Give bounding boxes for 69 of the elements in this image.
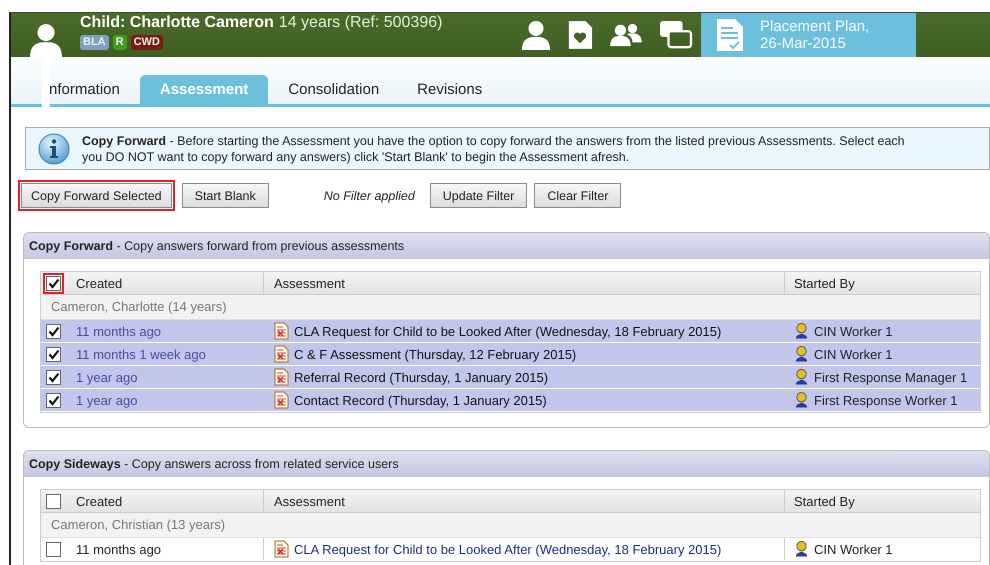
document-check-icon — [716, 18, 744, 52]
group-header: Cameron, Christian (13 years) — [41, 513, 980, 538]
checkbox[interactable] — [46, 346, 61, 362]
tab[interactable]: nformation — [49, 75, 120, 104]
tag-badge: R — [112, 35, 127, 50]
button[interactable]: Start Blank — [182, 183, 269, 208]
document-icon — [274, 540, 289, 558]
user-icon — [794, 368, 809, 386]
plan-date: 26-Mar-2015 — [760, 35, 847, 52]
button[interactable]: Clear Filter — [534, 183, 622, 208]
column-header: Created — [75, 492, 124, 510]
table-row[interactable]: 1 year ago Referral Record (Thursday, 1 January 2015) First Response Manager 1 — [41, 366, 980, 389]
checkbox[interactable] — [46, 494, 61, 508]
user-icon — [794, 345, 809, 363]
document-icon — [274, 368, 289, 386]
checkbox[interactable] — [46, 542, 61, 556]
table-row[interactable]: 11 months ago CLA Request for Child to be Looked After (Wednesday, 18 February 2015) CIN Worker 1 — [41, 320, 980, 343]
child-name: Child: Charlotte Cameron — [80, 14, 274, 31]
started-by-cell: First Response Manager 1 — [814, 370, 968, 384]
created-cell-text: 1 year ago — [75, 370, 138, 384]
user-icon — [794, 322, 809, 340]
assessment-link[interactable]: Referral Record (Thursday, 1 January 2015) — [294, 370, 548, 384]
tab[interactable]: Revisions — [417, 75, 482, 104]
created-cell-text: 11 months 1 week ago — [75, 346, 207, 362]
table-row[interactable]: 11 months 1 week ago C & F Assessment (Thursday, 12 February 2015) CIN Worker 1 — [41, 343, 980, 366]
document-icon — [274, 391, 289, 409]
user-icon — [794, 540, 809, 558]
document-icon — [274, 345, 289, 363]
column-header: Assessment — [263, 490, 784, 512]
table-row[interactable]: 1 year ago Contact Record (Thursday, 1 January 2015) First Response Worker 1 — [41, 389, 980, 412]
assessment-link[interactable]: CLA Request for Child to be Looked After (Wednesday, 18 February 2015) — [294, 324, 722, 338]
assessment-link[interactable]: CLA Request for Child to be Looked After (Wednesday, 18 February 2015) — [294, 542, 722, 556]
document-icon — [274, 322, 289, 340]
checkbox[interactable] — [46, 324, 61, 338]
assessment-link[interactable]: Contact Record (Thursday, 1 January 2015) — [294, 392, 547, 408]
checkbox[interactable] — [46, 392, 61, 408]
tab[interactable]: Consolidation — [288, 75, 380, 104]
column-header: Started By — [784, 490, 980, 512]
table-row[interactable]: 11 months ago CLA Request for Child to be Looked After (Wednesday, 18 February 2015) CIN Worker 1 — [41, 538, 980, 561]
child-details: 14 years (Ref: 500396) — [278, 14, 442, 31]
created-cell-text: 11 months ago — [75, 542, 162, 556]
started-by-cell: CIN Worker 1 — [814, 324, 892, 338]
person-icon — [521, 20, 551, 50]
column-header: Created — [75, 274, 124, 292]
info-text: you DO NOT want to copy forward any answers) click 'Start Blank' to begin the Assessment afresh. — [82, 149, 630, 165]
tag-badge: BLA — [80, 35, 109, 50]
info-icon — [38, 133, 70, 165]
assessment-link[interactable]: C & F Assessment (Thursday, 12 February 2015) — [294, 346, 576, 362]
plan-name: Placement Plan, — [760, 18, 870, 35]
windows-icon — [659, 20, 693, 50]
user-icon — [794, 391, 809, 409]
people-icon — [609, 22, 643, 48]
button[interactable]: Update Filter — [430, 183, 528, 208]
column-header: Started By — [784, 272, 980, 294]
started-by-cell: CIN Worker 1 — [814, 346, 892, 362]
panel-title: Copy Sideways - Copy answers across from related service users — [29, 457, 399, 471]
filter-status: No Filter applied — [324, 188, 415, 202]
checkbox[interactable] — [46, 370, 61, 384]
tag-badge: CWD — [130, 35, 163, 50]
button[interactable]: Copy Forward Selected — [21, 183, 172, 208]
document-heart-icon — [567, 20, 593, 50]
created-cell-text: 1 year ago — [75, 392, 138, 408]
group-header: Cameron, Charlotte (14 years) — [41, 295, 980, 320]
panel-title: Copy Forward - Copy answers forward from previous assessments — [29, 239, 404, 253]
info-text: Copy Forward - Before starting the Assessment you have the option to copy forward the answers from the listed previous Assessments. Select each — [82, 133, 905, 149]
column-header: Assessment — [263, 272, 784, 294]
created-cell-text: 11 months ago — [75, 324, 162, 338]
started-by-cell: First Response Worker 1 — [814, 392, 958, 408]
started-by-cell: CIN Worker 1 — [814, 542, 892, 556]
